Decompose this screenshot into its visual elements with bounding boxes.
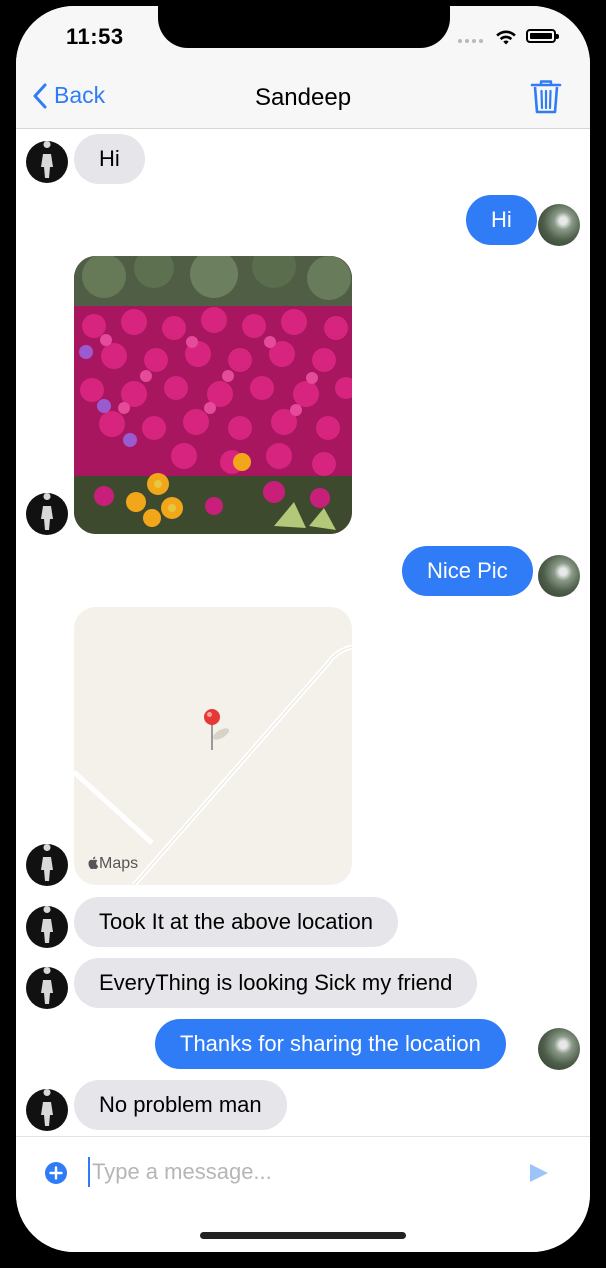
send-icon[interactable] <box>528 1163 550 1183</box>
avatar <box>538 204 580 246</box>
message-bubble-incoming: No problem man <box>74 1080 287 1130</box>
avatar <box>538 555 580 597</box>
phone-screen: 11:53 Back Sandeep Hi Hi Nice Pic Maps T… <box>16 6 590 1252</box>
wifi-icon <box>496 30 516 45</box>
photo-message[interactable] <box>74 256 352 534</box>
message-bubble-outgoing: Thanks for sharing the location <box>155 1019 506 1069</box>
location-map-message[interactable]: Maps <box>74 607 352 885</box>
message-bubble-incoming: Took It at the above location <box>74 897 398 947</box>
avatar <box>26 141 68 183</box>
plus-circle-icon[interactable] <box>44 1161 68 1185</box>
maps-attribution: Maps <box>88 855 138 873</box>
avatar <box>538 1028 580 1070</box>
message-bubble-outgoing: Nice Pic <box>402 546 533 596</box>
avatar <box>26 967 68 1009</box>
message-list[interactable]: Hi Hi Nice Pic Maps Took It at the above… <box>16 128 590 1136</box>
avatar <box>26 906 68 948</box>
message-bubble-incoming: Hi <box>74 134 145 184</box>
message-bubble-outgoing: Hi <box>466 195 537 245</box>
message-input[interactable] <box>92 1155 472 1189</box>
text-caret <box>88 1157 90 1187</box>
notch <box>158 6 450 48</box>
conversation-title: Sandeep <box>254 84 352 111</box>
flower-photo <box>74 256 352 534</box>
message-input-wrapper <box>88 1155 488 1189</box>
status-time: 11:53 <box>66 24 124 49</box>
apple-icon <box>88 856 99 870</box>
signal-icon <box>458 39 483 43</box>
avatar <box>26 844 68 886</box>
trash-icon[interactable] <box>530 79 562 115</box>
battery-icon <box>526 29 559 43</box>
avatar <box>26 493 68 535</box>
map-pin-icon <box>204 709 229 750</box>
avatar <box>26 1089 68 1131</box>
home-indicator <box>200 1232 406 1239</box>
message-bubble-incoming: EveryThing is looking Sick my friend <box>74 958 478 1008</box>
nav-bar: Back Sandeep <box>16 66 590 129</box>
